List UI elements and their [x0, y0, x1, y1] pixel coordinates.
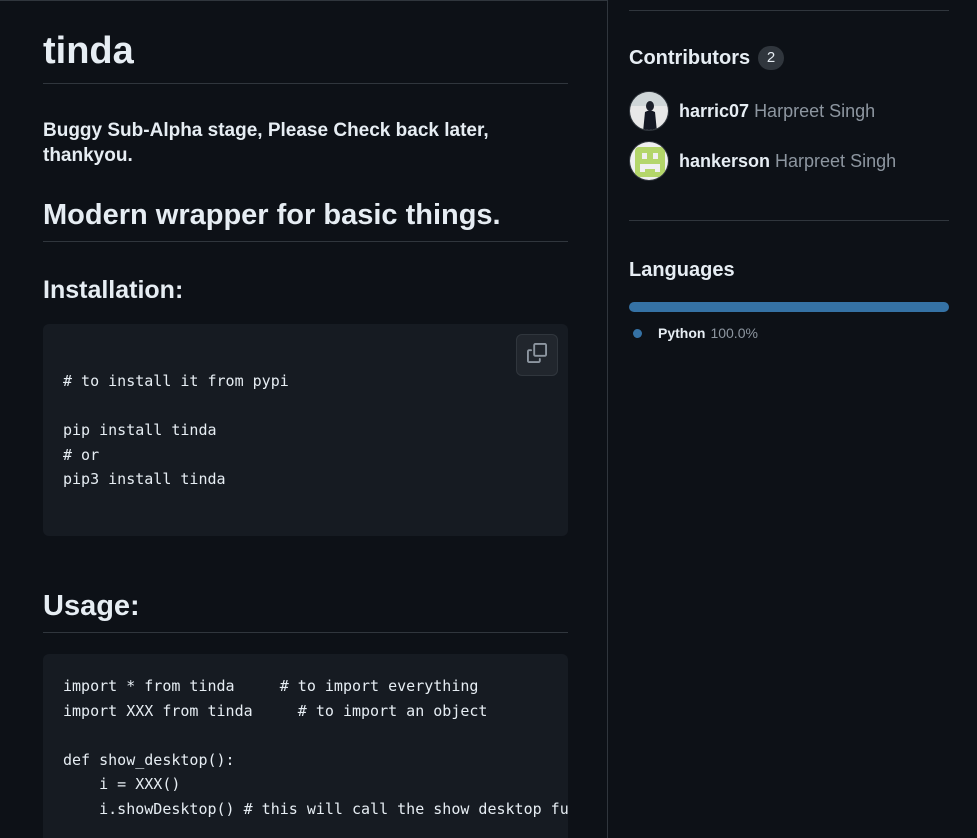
language-bar-segment-python — [629, 302, 949, 312]
installation-heading: Installation: — [43, 276, 184, 304]
copy-icon — [527, 342, 547, 368]
contributors-title: Contributors — [629, 47, 751, 69]
contributor-login[interactable]: hankerson — [679, 151, 770, 172]
copy-button[interactable] — [516, 334, 558, 376]
sidebar-divider — [629, 10, 949, 11]
contributors-heading[interactable]: Contributors 2 — [629, 45, 785, 71]
usage-code-block: import * from tinda # to import everythi… — [43, 654, 568, 838]
sidebar-divider — [629, 220, 949, 221]
avatar[interactable] — [629, 141, 669, 181]
contributor-row[interactable]: harric07 Harpreet Singh — [629, 91, 875, 131]
sidebar: Contributors 2 harric07 Harpreet Singh h… — [629, 0, 949, 838]
usage-heading: Usage: — [43, 588, 568, 633]
language-name: Python — [658, 325, 706, 341]
readme-intro: Buggy Sub-Alpha stage, Please Check back… — [43, 120, 489, 166]
readme-title: tinda — [43, 29, 568, 84]
installation-code: # to install it from pypi pip install ti… — [63, 372, 289, 489]
readme-panel: tinda Buggy Sub-Alpha stage, Please Chec… — [0, 0, 608, 838]
language-percent: 100.0% — [710, 325, 758, 341]
language-item-python[interactable]: Python 100.0% — [633, 323, 758, 343]
readme-subtitle: Modern wrapper for basic things. — [43, 197, 568, 242]
language-bar — [629, 302, 949, 312]
contributor-name: Harpreet Singh — [754, 100, 876, 121]
avatar[interactable] — [629, 91, 669, 131]
language-color-dot — [633, 328, 642, 338]
contributors-count-badge: 2 — [758, 46, 785, 70]
installation-code-block: # to install it from pypi pip install ti… — [43, 324, 568, 536]
contributor-row[interactable]: hankerson Harpreet Singh — [629, 141, 896, 181]
languages-title: Languages — [629, 259, 735, 281]
usage-code: import * from tinda # to import everythi… — [63, 677, 568, 818]
contributor-login[interactable]: harric07 — [679, 101, 749, 122]
contributor-name: Harpreet Singh — [775, 150, 897, 171]
